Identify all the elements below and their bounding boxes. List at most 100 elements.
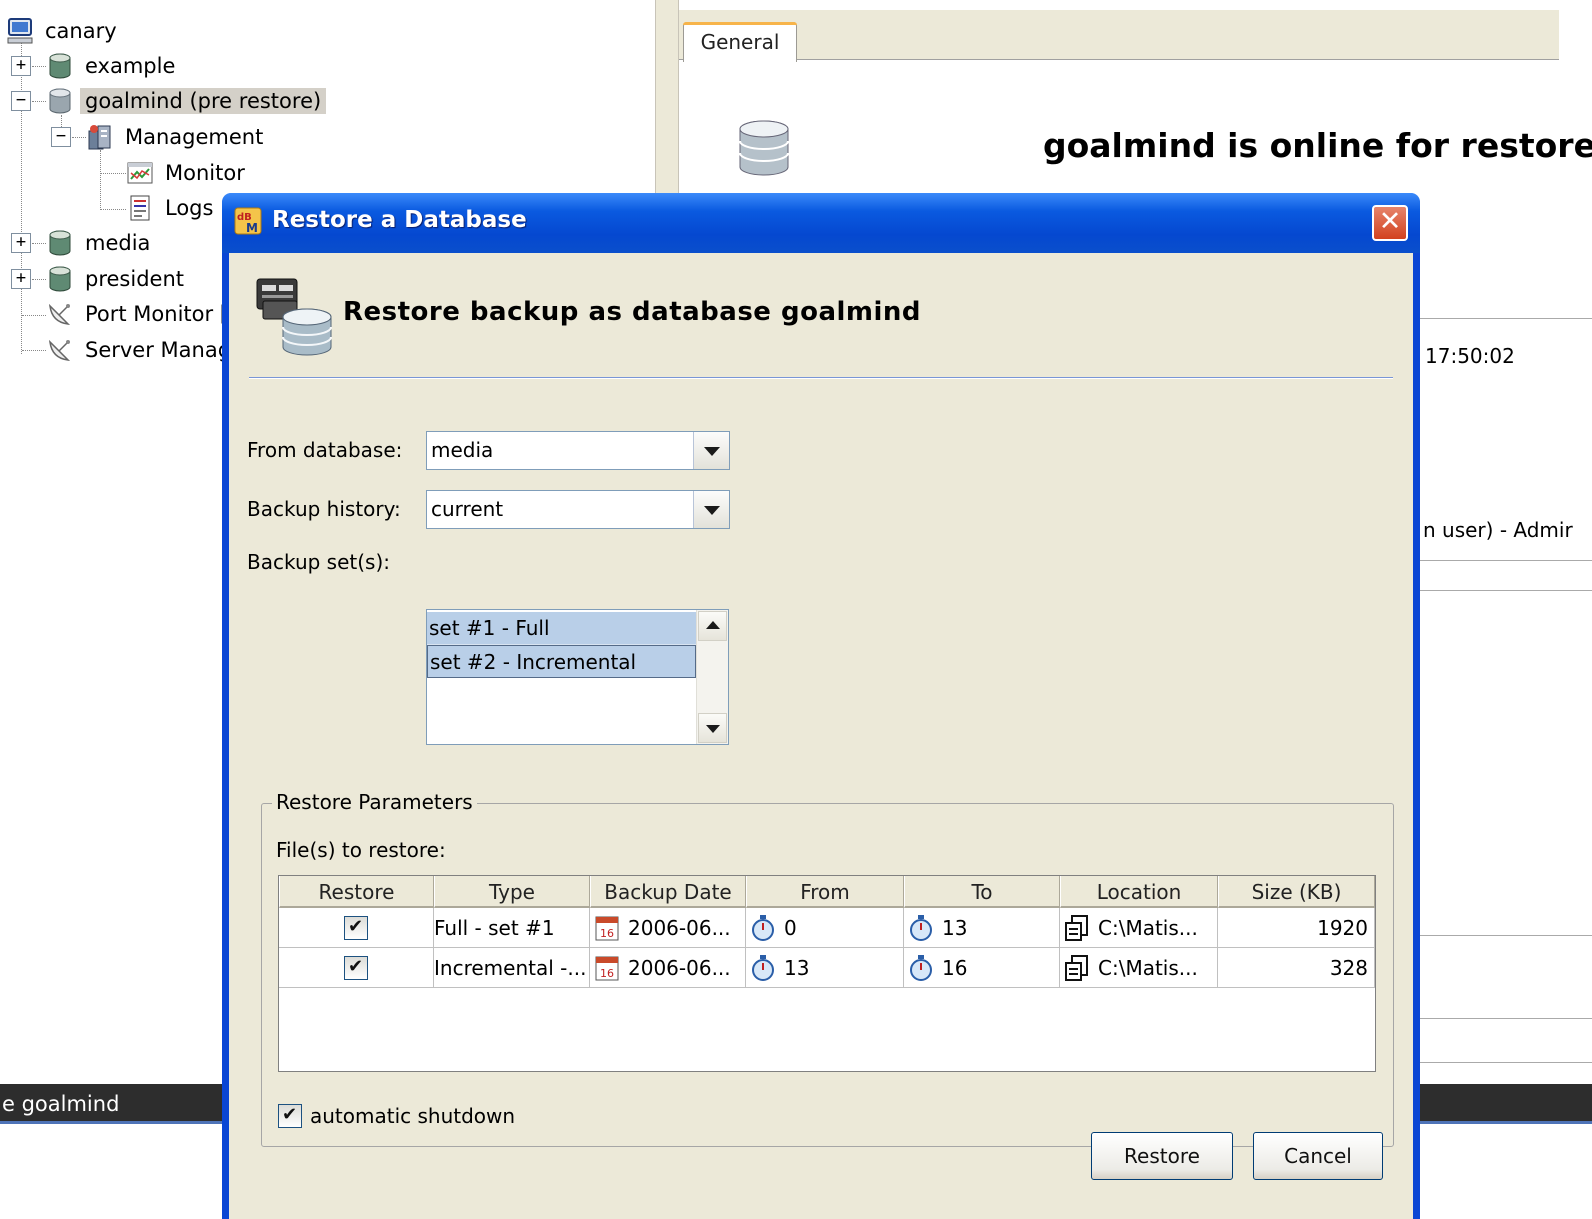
separator — [1419, 1018, 1592, 1019]
restore-cell — [279, 908, 434, 948]
type-cell: Incremental -... — [434, 948, 590, 988]
from-database-value: media — [431, 438, 494, 462]
tab-general[interactable]: General — [683, 22, 797, 62]
column-header-from[interactable]: From — [746, 876, 904, 908]
backup-restore-icon — [253, 275, 337, 359]
file-icon — [1064, 954, 1090, 982]
vertical-scrollbar[interactable] — [696, 610, 728, 744]
collapse-icon[interactable]: − — [11, 91, 31, 111]
backup-date-cell: 16 2006-06... — [590, 908, 746, 948]
restore-cell — [279, 948, 434, 988]
dialog-titlebar[interactable]: dB M Restore a Database ✕ — [222, 193, 1420, 253]
tree-node-monitor[interactable]: Monitor — [126, 156, 250, 190]
automatic-shutdown-checkbox[interactable] — [278, 1103, 302, 1128]
backup-date-text: 2006-06... — [628, 955, 731, 980]
chevron-down-icon[interactable] — [693, 491, 729, 528]
backup-sets-label: Backup set(s): — [247, 550, 390, 574]
computer-icon — [6, 17, 34, 45]
tree-node-example[interactable]: example — [46, 49, 180, 83]
expand-icon[interactable]: + — [11, 269, 31, 289]
files-table: Restore Type Backup Date From To Locatio… — [278, 875, 1376, 1072]
restore-checkbox[interactable] — [344, 915, 368, 940]
calendar-icon: 16 — [594, 914, 620, 942]
tree-node-goalmind[interactable]: goalmind (pre restore) — [46, 84, 327, 118]
tree-node-label: Port Monitor [t — [85, 302, 237, 326]
database-icon — [46, 265, 74, 293]
tree-line — [32, 243, 46, 244]
backup-date-text: 2006-06... — [628, 915, 731, 940]
tree-node-label: Monitor — [165, 161, 245, 185]
column-header-location[interactable]: Location — [1060, 876, 1218, 908]
tree-node-label: Logs — [165, 196, 214, 220]
restore-checkbox[interactable] — [344, 955, 368, 980]
from-text: 0 — [784, 915, 797, 940]
from-database-combo[interactable]: media — [426, 431, 730, 470]
backup-history-label: Backup history: — [247, 497, 401, 521]
location-cell: C:\Matis... — [1060, 948, 1218, 988]
expand-icon[interactable]: + — [11, 233, 31, 253]
tree-line — [32, 66, 46, 67]
column-header-type[interactable]: Type — [434, 876, 590, 908]
backup-history-value: current — [431, 497, 504, 521]
to-text: 16 — [942, 955, 968, 980]
automatic-shutdown-option[interactable]: automatic shutdown — [278, 1103, 515, 1128]
files-to-restore-label: File(s) to restore: — [276, 838, 446, 862]
stopwatch-icon — [750, 914, 776, 942]
tree-node-label: president — [85, 267, 184, 291]
list-item[interactable]: set #1 - Full — [427, 612, 696, 645]
type-cell: Full - set #1 — [434, 908, 590, 948]
stopwatch-icon — [750, 954, 776, 982]
management-icon — [86, 123, 114, 151]
tree-node-canary[interactable]: canary — [6, 14, 122, 48]
backup-history-combo[interactable]: current — [426, 490, 730, 529]
tree-line — [22, 315, 46, 316]
tree-node-president[interactable]: president — [46, 262, 189, 296]
collapse-icon[interactable]: − — [51, 127, 71, 147]
separator — [1419, 1062, 1592, 1063]
satellite-dish-icon — [46, 300, 74, 328]
expand-icon[interactable]: + — [11, 56, 31, 76]
cancel-button[interactable]: Cancel — [1253, 1132, 1383, 1180]
from-database-label: From database: — [247, 438, 403, 462]
tree-node-port-monitor[interactable]: Port Monitor [t — [46, 297, 241, 331]
tree-node-media[interactable]: media — [46, 226, 155, 260]
scroll-up-icon[interactable] — [698, 611, 727, 641]
table-row[interactable]: Full - set #1 16 2006-06... 0 13 — [279, 908, 1375, 948]
from-cell: 0 — [746, 908, 904, 948]
calendar-icon: 16 — [594, 954, 620, 982]
stopwatch-icon — [908, 914, 934, 942]
tree-line — [32, 101, 46, 102]
close-button[interactable]: ✕ — [1372, 205, 1408, 241]
dialog-header-text: Restore backup as database goalmind — [343, 297, 922, 327]
to-cell: 13 — [904, 908, 1060, 948]
tree-node-label: Management — [125, 125, 264, 149]
location-text: C:\Matis... — [1098, 955, 1198, 980]
column-header-size[interactable]: Size (KB) — [1218, 876, 1375, 908]
location-text: C:\Matis... — [1098, 915, 1198, 940]
svg-text:M: M — [246, 221, 258, 235]
column-header-backup-date[interactable]: Backup Date — [590, 876, 746, 908]
tree-line — [21, 42, 22, 354]
separator — [1419, 590, 1592, 591]
tree-line — [32, 279, 46, 280]
restore-database-dialog: dB M Restore a Database ✕ Restore backup … — [222, 193, 1420, 1219]
scroll-down-icon[interactable] — [698, 713, 727, 743]
timestamp-text: 17:50:02 — [1425, 344, 1515, 368]
to-text: 13 — [942, 915, 968, 940]
column-header-restore[interactable]: Restore — [279, 876, 434, 908]
tree-node-server-manager[interactable]: Server Manag — [46, 333, 236, 367]
column-header-to[interactable]: To — [904, 876, 1060, 908]
list-item[interactable]: set #2 - Incremental — [427, 645, 696, 678]
tree-line — [22, 350, 46, 351]
tree-node-management[interactable]: Management — [86, 120, 268, 154]
table-row[interactable]: Incremental -... 16 2006-06... 13 16 — [279, 948, 1375, 988]
dialog-title: Restore a Database — [272, 207, 527, 233]
backup-sets-list[interactable]: set #1 - Full set #2 - Incremental — [426, 609, 729, 745]
log-file-icon — [126, 194, 154, 222]
tree-node-label: Server Manag — [85, 338, 232, 362]
tree-node-label: goalmind (pre restore) — [80, 88, 327, 114]
dialog-body: Restore backup as database goalmind From… — [229, 253, 1413, 1219]
chevron-down-icon[interactable] — [693, 432, 729, 469]
tree-node-logs[interactable]: Logs — [126, 191, 218, 225]
restore-button[interactable]: Restore — [1091, 1132, 1233, 1180]
